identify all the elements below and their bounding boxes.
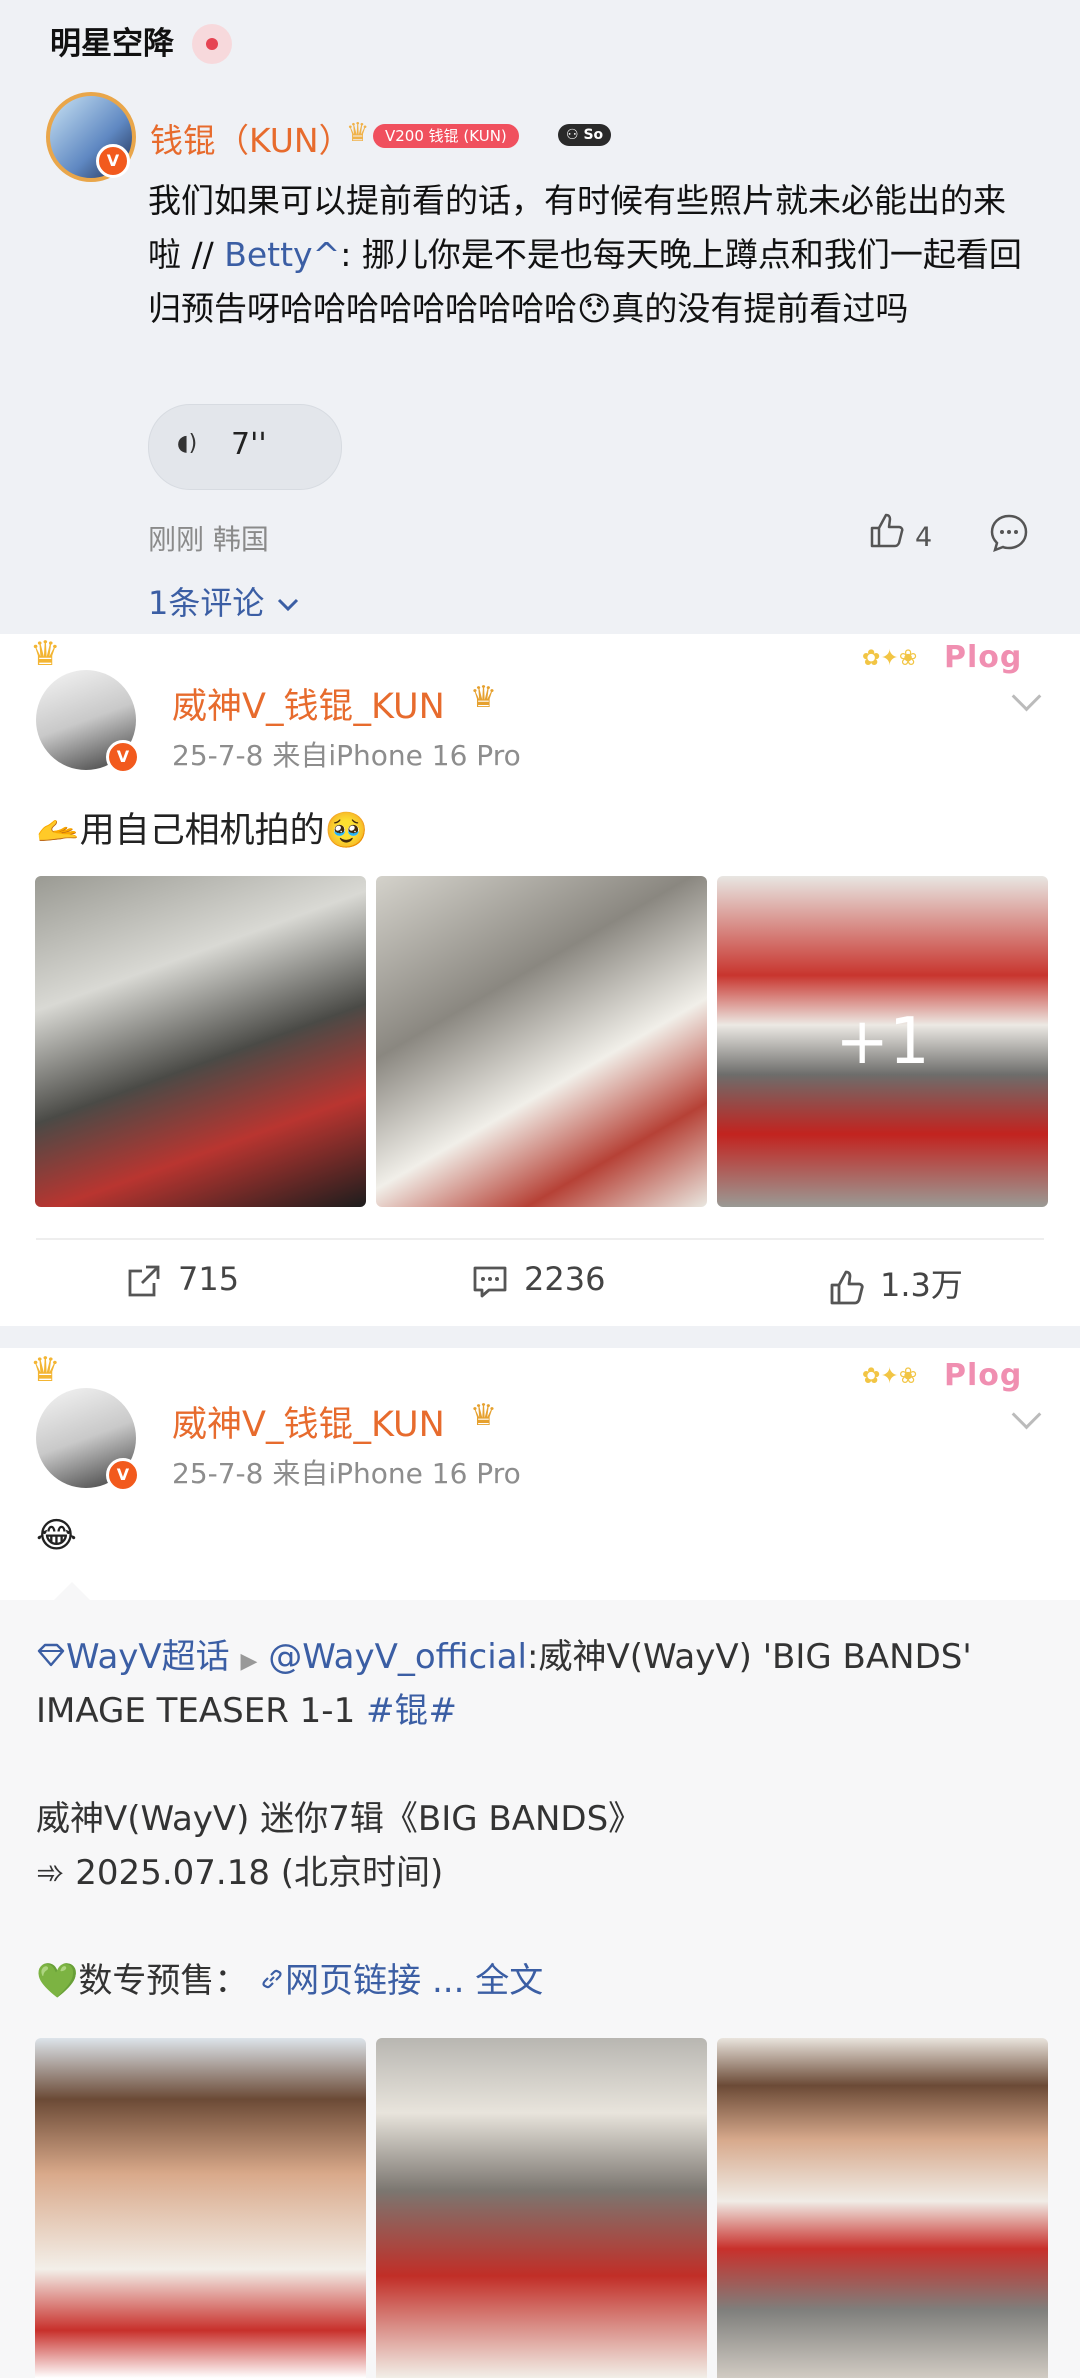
crown-icon: ♛ bbox=[30, 634, 61, 674]
post-image[interactable] bbox=[35, 2038, 366, 2378]
comment-button[interactable]: 2236 bbox=[470, 1260, 605, 1301]
verified-badge-icon: V bbox=[106, 1458, 140, 1492]
post-image[interactable] bbox=[376, 876, 707, 1207]
sound-wave-icon: ◖) bbox=[177, 431, 198, 456]
live-dot-icon bbox=[192, 24, 232, 64]
like-button[interactable]: 1.3万 bbox=[826, 1260, 963, 1307]
more-images-count: +1 bbox=[835, 1004, 930, 1079]
section-title: 明星空降 bbox=[50, 26, 174, 62]
repost-pointer bbox=[54, 1582, 90, 1600]
post-image[interactable] bbox=[717, 2038, 1048, 2378]
reply-button[interactable] bbox=[988, 512, 1030, 558]
crown-icon: ♛ bbox=[346, 118, 370, 148]
view-comments-link[interactable]: 1条评论 bbox=[148, 578, 301, 624]
voice-duration: 7'' bbox=[231, 427, 267, 462]
feed-post: ♛ V 威神V_钱锟_KUN ♛ 25-7-8 来自iPhone 16 Pro … bbox=[0, 1348, 1080, 1600]
thumbs-up-icon bbox=[830, 1270, 864, 1305]
celebrity-comment-section: 明星空降 V 钱锟（KUN） ♛ V200 钱锟 (KUN) ⚇ So 我们如果… bbox=[0, 0, 1080, 634]
post-image[interactable] bbox=[376, 2038, 707, 2378]
author-name[interactable]: 威神V_钱锟_KUN bbox=[172, 1396, 445, 1447]
repost-line: IMAGE TEASER 1-1 #锟# bbox=[36, 1691, 457, 1731]
feed-gap bbox=[0, 1326, 1080, 1348]
post-text: 😂 bbox=[36, 1516, 77, 1556]
comment-text: 我们如果可以提前看的话，有时候有些照片就未必能出的来啦 // Betty^: 挪… bbox=[148, 181, 1022, 328]
author-link[interactable]: @WayV_official bbox=[268, 1637, 527, 1677]
comment-time-location: 刚刚 韩国 bbox=[148, 523, 269, 556]
like-button[interactable] bbox=[866, 510, 906, 557]
divider bbox=[36, 1238, 1044, 1240]
plog-sticker: Plog bbox=[944, 1358, 1023, 1393]
thumbs-up-icon bbox=[870, 513, 904, 548]
member-crown-icon: ♛ bbox=[470, 680, 497, 715]
commenter-name[interactable]: 钱锟（KUN） bbox=[150, 114, 352, 162]
chevron-down-icon bbox=[277, 598, 298, 612]
voice-message-button[interactable]: ◖) 7'' bbox=[148, 404, 342, 490]
link-icon bbox=[262, 1969, 282, 1989]
verified-badge-icon: V bbox=[96, 144, 130, 178]
chevron-down-icon[interactable] bbox=[1011, 1399, 1042, 1430]
diamond-icon bbox=[37, 1643, 65, 1667]
full-text-link[interactable]: 全文 bbox=[475, 1961, 543, 2001]
author-name[interactable]: 威神V_钱锟_KUN bbox=[172, 678, 445, 729]
feed-post: ♛ V 威神V_钱锟_KUN ♛ 25-7-8 来自iPhone 16 Pro … bbox=[0, 634, 1080, 1326]
repost-button[interactable]: 715 bbox=[124, 1260, 239, 1301]
mention-link[interactable]: Betty^ bbox=[224, 235, 340, 274]
repost-header: WayV超话 ▶ @WayV_official:威神V(WayV) 'BIG B… bbox=[36, 1630, 1046, 1689]
flower-sticker-icon: ✿✦❀ bbox=[862, 1364, 918, 1389]
post-text: 🫴用自己相机拍的🥹 bbox=[36, 811, 369, 851]
hashtag-link[interactable]: #锟# bbox=[366, 1691, 457, 1731]
verified-badge-icon: V bbox=[106, 740, 140, 774]
fan-level-badge: V200 钱锟 (KUN) bbox=[373, 124, 519, 148]
comment-icon bbox=[473, 1266, 507, 1298]
plog-sticker: Plog bbox=[944, 640, 1023, 675]
chat-bubble-icon bbox=[990, 514, 1028, 553]
post-date-device: 25-7-8 来自iPhone 16 Pro bbox=[172, 1457, 521, 1490]
post-date-device: 25-7-8 来自iPhone 16 Pro bbox=[172, 739, 521, 772]
flower-sticker-icon: ✿✦❀ bbox=[862, 646, 918, 671]
crown-icon: ♛ bbox=[30, 1350, 61, 1390]
like-count: 4 bbox=[915, 522, 933, 553]
web-link[interactable]: 网页链接 bbox=[259, 1961, 421, 2001]
post-image[interactable] bbox=[35, 876, 366, 1207]
repost-line: 威神V(WayV) 迷你7辑《BIG BANDS》 bbox=[36, 1799, 643, 1839]
repost-line: ➾ 2025.07.18 (北京时间) bbox=[36, 1853, 444, 1893]
repost-line: 💚数专预售： 网页链接 ... 全文 bbox=[36, 1961, 544, 2001]
post-image[interactable]: +1 bbox=[717, 876, 1048, 1207]
share-icon bbox=[128, 1265, 160, 1297]
super-topic-link[interactable]: WayV超话 bbox=[36, 1637, 230, 1677]
sign-badge: ⚇ So bbox=[558, 124, 612, 146]
triangle-right-icon: ▶ bbox=[240, 1649, 258, 1674]
member-crown-icon: ♛ bbox=[470, 1398, 497, 1433]
reposted-content[interactable]: WayV超话 ▶ @WayV_official:威神V(WayV) 'BIG B… bbox=[0, 1582, 1080, 2378]
chevron-down-icon[interactable] bbox=[1011, 681, 1042, 712]
